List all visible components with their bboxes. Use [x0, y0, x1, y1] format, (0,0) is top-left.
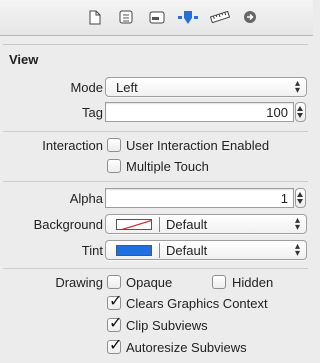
opaque-label: Opaque: [126, 275, 173, 290]
multiple-touch-label: Multiple Touch: [126, 159, 209, 174]
background-value: Default: [166, 217, 208, 232]
quick-help-icon[interactable]: [116, 8, 136, 26]
section-title: View: [9, 52, 39, 67]
alpha-label: Alpha: [69, 191, 103, 206]
stepper-down-icon[interactable]: [297, 199, 303, 204]
opaque-checkbox[interactable]: [107, 275, 121, 289]
multiple-touch-checkbox[interactable]: [107, 159, 121, 173]
autoresize-subviews-checkbox[interactable]: ✓: [107, 335, 122, 354]
tint-label: Tint: [81, 243, 103, 258]
user-interaction-checkbox[interactable]: [107, 138, 121, 152]
popup-arrows-icon: ▴ ▾: [294, 241, 300, 259]
user-interaction-label: User Interaction Enabled: [126, 138, 270, 153]
popup-arrows-icon: ▴ ▾: [294, 78, 300, 96]
checkmark-icon: ✓: [109, 291, 123, 310]
tag-label: Tag: [82, 105, 103, 120]
inspector-tab-bar: [0, 0, 313, 36]
stepper-up-icon[interactable]: [297, 106, 303, 111]
separator: [159, 243, 160, 258]
tint-popup[interactable]: Default ▴ ▾: [105, 240, 307, 260]
clears-graphics-context-checkbox[interactable]: ✓: [107, 291, 122, 310]
stepper-down-icon[interactable]: [297, 113, 303, 118]
divider: [3, 131, 308, 132]
checkmark-icon: ✓: [109, 335, 123, 354]
alpha-field[interactable]: 1: [105, 188, 294, 208]
popup-arrows-icon: ▴ ▾: [294, 215, 300, 233]
tag-field[interactable]: 100: [105, 102, 294, 122]
mode-label: Mode: [70, 80, 103, 95]
alpha-stepper[interactable]: [295, 188, 306, 208]
checkmark-icon: ✓: [109, 313, 123, 332]
background-label: Background: [33, 217, 103, 232]
hidden-checkbox[interactable]: [212, 275, 226, 289]
mode-value: Left: [116, 80, 138, 95]
tint-swatch: [116, 245, 152, 256]
stepper-up-icon[interactable]: [297, 192, 303, 197]
clip-subviews-checkbox[interactable]: ✓: [107, 313, 122, 332]
divider: [3, 181, 308, 182]
autoresize-subviews-label: Autoresize Subviews: [126, 340, 247, 355]
clears-graphics-context-label: Clears Graphics Context: [126, 296, 268, 311]
background-swatch: [116, 219, 152, 230]
drawing-label: Drawing: [55, 275, 103, 290]
interaction-label: Interaction: [42, 138, 103, 153]
size-ruler-icon[interactable]: [209, 8, 231, 26]
tint-value: Default: [166, 243, 208, 258]
file-icon[interactable]: [85, 8, 105, 26]
background-popup[interactable]: Default ▴ ▾: [105, 214, 307, 234]
divider: [3, 268, 308, 269]
attributes-icon[interactable]: [178, 8, 198, 26]
alpha-value: 1: [280, 191, 288, 206]
mode-popup[interactable]: Left ▴ ▾: [105, 77, 307, 97]
separator: [159, 217, 160, 232]
hidden-label: Hidden: [232, 275, 274, 290]
clip-subviews-label: Clip Subviews: [126, 318, 208, 333]
tag-value: 100: [266, 105, 288, 120]
tag-stepper[interactable]: [295, 102, 306, 122]
attributes-panel: View Mode Left ▴ ▾ Tag 100 Interaction Us…: [3, 44, 308, 360]
connections-arrow-icon[interactable]: [240, 8, 260, 26]
identity-icon[interactable]: [147, 8, 167, 26]
